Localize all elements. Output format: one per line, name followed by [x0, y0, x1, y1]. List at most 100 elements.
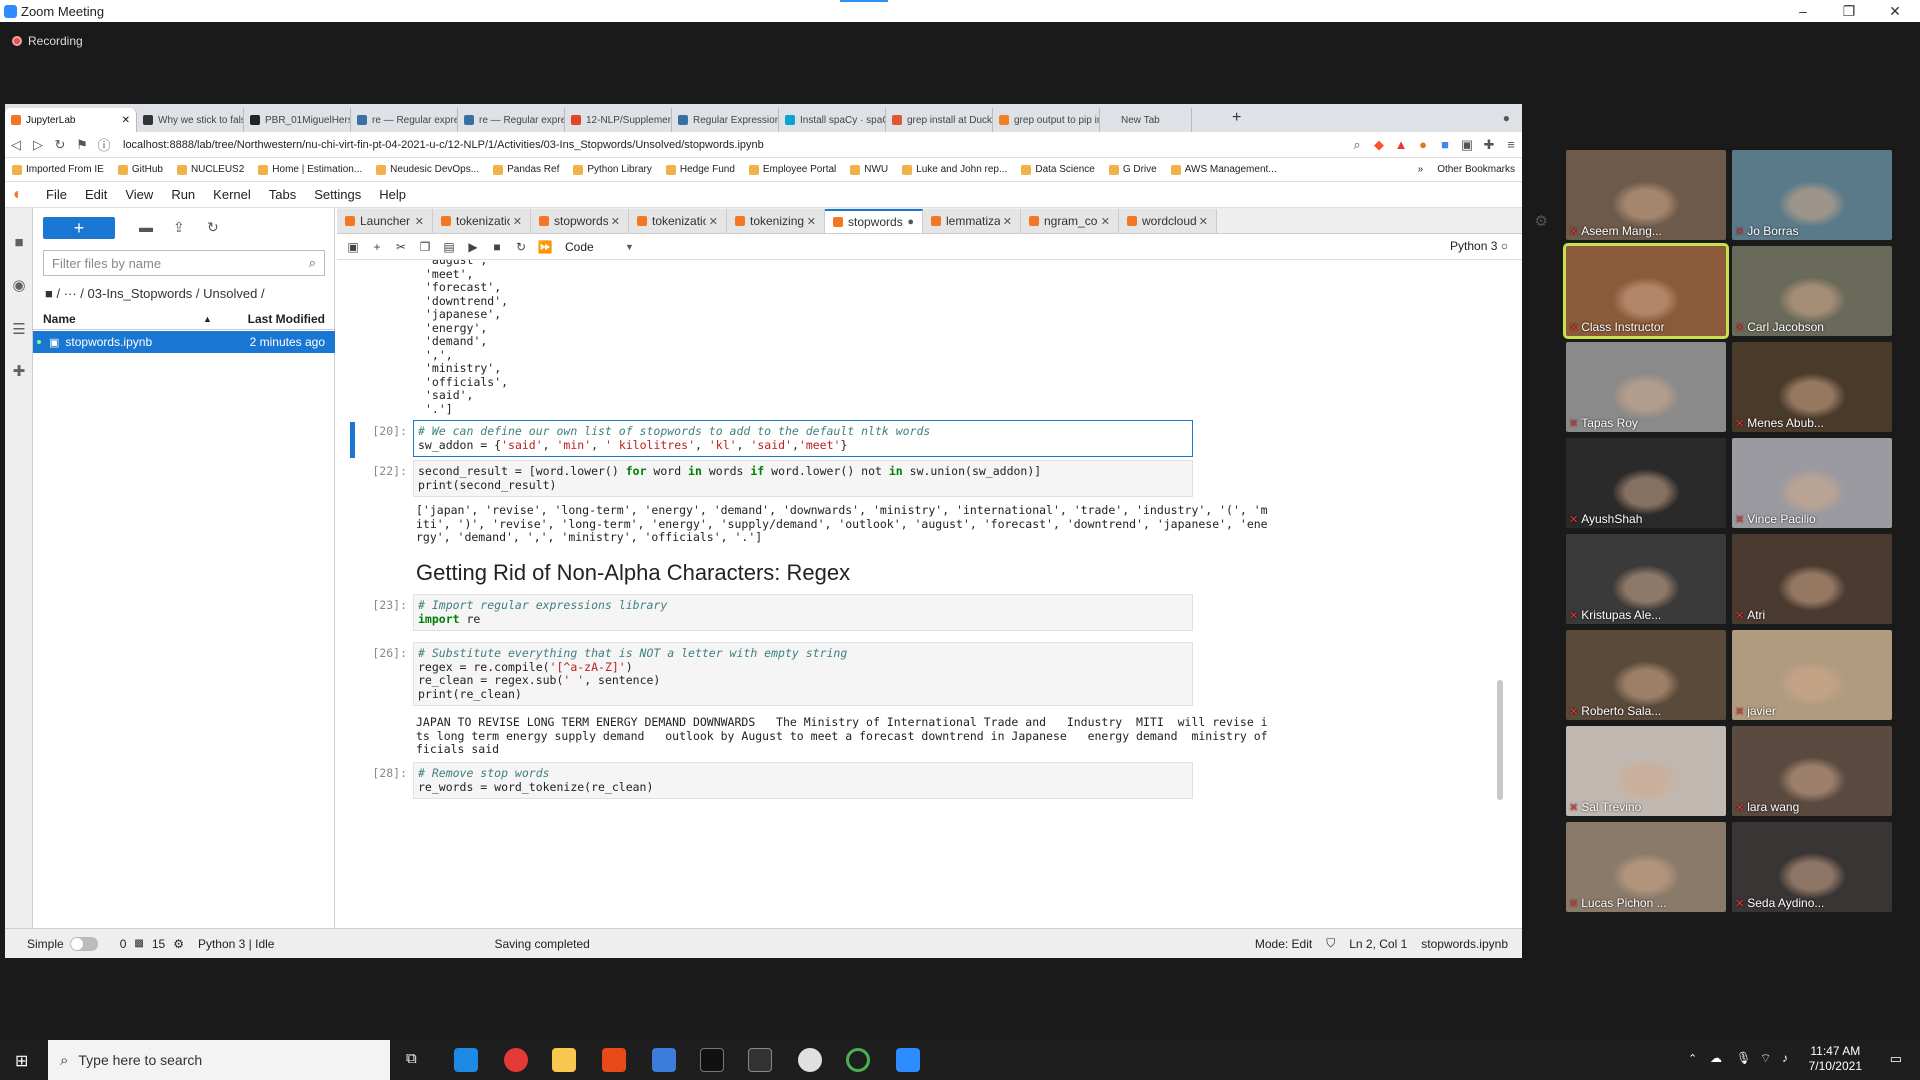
- bookmark-item[interactable]: Luke and John rep...: [902, 164, 1007, 175]
- file-name[interactable]: stopwords.ipynb: [65, 335, 152, 349]
- browser-tab[interactable]: Why we stick to false: [137, 108, 244, 132]
- menu-icon[interactable]: ≡: [1500, 137, 1522, 152]
- calculator-icon[interactable]: [652, 1048, 676, 1072]
- bookmark-item[interactable]: Home | Estimation...: [258, 164, 362, 175]
- notebook-tab[interactable]: tokenization✕: [433, 209, 531, 233]
- brave-shield-icon[interactable]: ◆: [1368, 137, 1390, 153]
- bookmark-item[interactable]: Imported From IE: [12, 164, 104, 175]
- participant-tile[interactable]: ✕ javier: [1732, 630, 1892, 720]
- notebook-tab[interactable]: tokenization✕: [629, 209, 727, 233]
- volume-icon[interactable]: ♪: [1782, 1051, 1788, 1065]
- bookmark-item[interactable]: Pandas Ref: [493, 164, 559, 175]
- stop-icon[interactable]: ■: [485, 240, 509, 254]
- tab-close-icon[interactable]: ✕: [807, 215, 816, 228]
- paste-icon[interactable]: ▤: [437, 240, 461, 254]
- participant-tile[interactable]: ✕ Carl Jacobson: [1732, 246, 1892, 336]
- new-launcher-button[interactable]: +: [43, 217, 115, 239]
- extensions-icon[interactable]: ✚: [10, 362, 28, 380]
- save-icon[interactable]: ▣: [341, 240, 365, 254]
- browser-tab[interactable]: re — Regular express: [351, 108, 458, 132]
- participant-tile[interactable]: ✕ lara wang: [1732, 726, 1892, 816]
- tab-close-icon[interactable]: ✕: [1199, 215, 1208, 228]
- zoom-magnifier-icon[interactable]: ⌕: [1346, 137, 1368, 153]
- menu-run[interactable]: Run: [171, 187, 195, 202]
- browser-tab[interactable]: grep output to pip ins: [993, 108, 1100, 132]
- code-cell[interactable]: # Import regular expressions library impo…: [413, 594, 1193, 631]
- slack-icon[interactable]: [798, 1048, 822, 1072]
- participant-tile[interactable]: ✕ Lucas Pichon ...: [1566, 822, 1726, 912]
- forward-icon[interactable]: ▷: [27, 137, 49, 153]
- windows-start-icon[interactable]: ⊞: [15, 1051, 28, 1071]
- taskbar-search[interactable]: ⌕ Type here to search: [48, 1040, 390, 1080]
- bookmark-item[interactable]: G Drive: [1108, 164, 1157, 175]
- notebook-scrollbar[interactable]: [1497, 680, 1503, 800]
- recording-indicator[interactable]: Recording: [12, 34, 83, 48]
- tab-close-icon[interactable]: ✕: [122, 115, 130, 126]
- breadcrumb[interactable]: ■ / ··· / 03-Ins_Stopwords / Unsolved /: [45, 286, 265, 301]
- participant-tile[interactable]: ✕ Tapas Roy: [1566, 342, 1726, 432]
- minimize-button[interactable]: –: [1780, 0, 1826, 22]
- tray-chevron-icon[interactable]: ⌃: [1688, 1052, 1697, 1065]
- terminal-icon[interactable]: [700, 1048, 724, 1072]
- wifi-icon[interactable]: ⌔: [1760, 1051, 1771, 1066]
- participant-tile[interactable]: ✕ AyushShah: [1566, 438, 1726, 528]
- notebook-tab[interactable]: lemmatization✕: [923, 209, 1021, 233]
- upload-icon[interactable]: ⇪: [173, 219, 185, 236]
- column-name[interactable]: Name: [43, 312, 203, 326]
- task-view-icon[interactable]: ⧉: [406, 1050, 417, 1067]
- file-filter-input[interactable]: Filter files by name ⌕: [43, 250, 325, 276]
- browser-tab[interactable]: New Tab: [1100, 108, 1192, 132]
- edge-icon[interactable]: [454, 1048, 478, 1072]
- participant-tile[interactable]: ✕ Kristupas Ale...: [1566, 534, 1726, 624]
- new-folder-icon[interactable]: ▬: [139, 219, 153, 235]
- puzzle-icon[interactable]: ✚: [1478, 137, 1500, 153]
- code-cell[interactable]: # We can define our own list of stopword…: [413, 420, 1193, 457]
- running-icon[interactable]: ◉: [10, 276, 28, 294]
- maximize-button[interactable]: ❐: [1826, 0, 1872, 22]
- copy-icon[interactable]: ❐: [413, 240, 437, 254]
- menu-edit[interactable]: Edit: [85, 187, 107, 202]
- bookmark-item[interactable]: Employee Portal: [748, 164, 836, 175]
- menu-help[interactable]: Help: [379, 187, 406, 202]
- new-tab-button[interactable]: +: [1232, 109, 1241, 127]
- participant-tile[interactable]: ✕ Class Instructor: [1563, 243, 1729, 339]
- menu-file[interactable]: File: [46, 187, 67, 202]
- tab-close-icon[interactable]: ✕: [1101, 215, 1110, 228]
- trusted-icon[interactable]: ⛉: [1326, 936, 1335, 951]
- bookmark-icon[interactable]: ⚑: [71, 137, 93, 153]
- anaconda-icon[interactable]: [846, 1048, 870, 1072]
- kernel-status[interactable]: Python 3 | Idle: [198, 937, 275, 951]
- chrome-icon[interactable]: [504, 1048, 528, 1072]
- notebook-tab[interactable]: stopwords.ipynb✕: [531, 209, 629, 233]
- back-icon[interactable]: ◁: [5, 137, 27, 153]
- kernel-indicator[interactable]: Python 3 ○: [1450, 239, 1508, 253]
- brave-rewards-icon[interactable]: ▲: [1390, 137, 1412, 152]
- cell-type-select[interactable]: Code: [565, 240, 625, 254]
- refresh-icon[interactable]: ↻: [207, 219, 219, 236]
- participant-tile[interactable]: ✕ Menes Abub...: [1732, 342, 1892, 432]
- restart-icon[interactable]: ↻: [509, 240, 533, 254]
- bookmark-item[interactable]: Data Science: [1021, 164, 1095, 175]
- cut-icon[interactable]: ✂: [389, 240, 413, 254]
- participant-tile[interactable]: ✕ Jo Borras: [1732, 150, 1892, 240]
- browser-tab[interactable]: JupyterLab ✕: [5, 108, 137, 132]
- add-cell-icon[interactable]: +: [365, 240, 389, 254]
- sort-icon[interactable]: ▲: [203, 314, 243, 324]
- notebook-tab[interactable]: tokenizing_✕: [727, 209, 825, 233]
- column-last-modified[interactable]: Last Modified: [248, 312, 325, 326]
- toc-icon[interactable]: ☰: [10, 320, 28, 338]
- tab-close-icon[interactable]: ✕: [1003, 215, 1012, 228]
- close-button[interactable]: ✕: [1872, 0, 1918, 22]
- run-all-icon[interactable]: ⏩: [533, 240, 557, 254]
- bookmark-item[interactable]: Hedge Fund: [665, 164, 735, 175]
- zoom-app-icon[interactable]: [896, 1048, 920, 1072]
- office-icon[interactable]: [602, 1048, 626, 1072]
- browser-tab[interactable]: Install spaCy · spaCy: [779, 108, 886, 132]
- bookmark-item[interactable]: Neudesic DevOps...: [376, 164, 479, 175]
- metamask-icon[interactable]: ●: [1412, 137, 1434, 152]
- menu-tabs[interactable]: Tabs: [269, 187, 296, 202]
- participant-tile[interactable]: ✕ Aseem Mang...: [1566, 150, 1726, 240]
- menu-settings[interactable]: Settings: [314, 187, 361, 202]
- code-cell[interactable]: second_result = [word.lower() for word i…: [413, 460, 1193, 497]
- notebook-tab[interactable]: Launcher ✕: [337, 209, 433, 233]
